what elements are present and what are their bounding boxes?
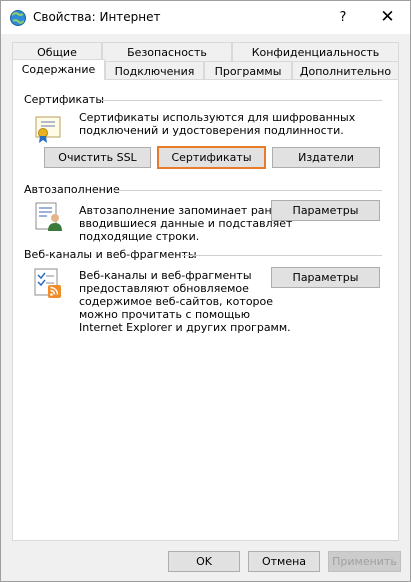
tab-advanced[interactable]: Дополнительно (292, 61, 399, 80)
feeds-heading: Веб-каналы и веб-фрагменты (24, 248, 197, 261)
certificate-icon (35, 116, 61, 143)
tab-privacy[interactable]: Конфиденциальность (232, 42, 399, 61)
autocomplete-settings-button[interactable]: Параметры (271, 200, 380, 221)
tab-connections[interactable]: Подключения (105, 61, 204, 80)
feeds-desc-line: Веб-каналы и веб-фрагменты (79, 269, 252, 282)
tab-security[interactable]: Безопасность (102, 42, 232, 61)
apply-button[interactable]: Применить (328, 551, 401, 572)
feeds-divider (182, 255, 382, 256)
title-bar: Свойства: Интернет ? ✕ (1, 1, 410, 34)
feeds-desc-line: предоставляют обновляемое (79, 282, 249, 295)
publishers-button[interactable]: Издатели (272, 147, 380, 168)
autocomplete-heading: Автозаполнение (24, 183, 120, 196)
feeds-rss-icon (34, 268, 61, 298)
autocomplete-desc-line: вводившиеся данные и подставляет (79, 217, 293, 230)
autocomplete-form-icon (35, 202, 62, 231)
cancel-button[interactable]: Отмена (248, 551, 320, 572)
certificates-desc-line: Сертификаты используются для шифрованных (79, 111, 356, 124)
feeds-description: Веб-каналы и веб-фрагменты предоставляют… (79, 269, 291, 334)
autocomplete-description: Автозаполнение запоминает ранее вводивши… (79, 204, 292, 243)
clear-ssl-button[interactable]: Очистить SSL (44, 147, 151, 168)
autocomplete-desc-line: Автозаполнение запоминает ранее (79, 204, 286, 217)
feeds-desc-line: Internet Explorer и других программ. (79, 321, 291, 334)
certificates-button[interactable]: Сертификаты (157, 146, 266, 169)
window-title: Свойства: Интернет (33, 10, 161, 24)
feeds-settings-button[interactable]: Параметры (271, 267, 380, 288)
autocomplete-desc-line: подходящие строки. (79, 230, 200, 243)
tab-programs[interactable]: Программы (204, 61, 292, 80)
feeds-desc-line: содержимое веб-сайтов, которое (79, 295, 274, 308)
certificates-desc-line: подключений и удостоверения подлинности. (79, 124, 344, 137)
close-button[interactable]: ✕ (365, 1, 410, 34)
certificates-heading: Сертификаты (24, 93, 105, 106)
feeds-desc-line: можно прочитать с помощью (79, 308, 251, 321)
tab-content[interactable]: Содержание (12, 59, 105, 80)
certificates-divider (101, 100, 382, 101)
autocomplete-divider (113, 190, 382, 191)
internet-properties-window: Свойства: Интернет ? ✕ Общие Безопасност… (0, 0, 411, 582)
internet-globe-icon (10, 10, 26, 26)
ok-button[interactable]: OK (168, 551, 240, 572)
certificates-description: Сертификаты используются для шифрованных… (79, 111, 355, 137)
help-button[interactable]: ? (321, 1, 365, 34)
